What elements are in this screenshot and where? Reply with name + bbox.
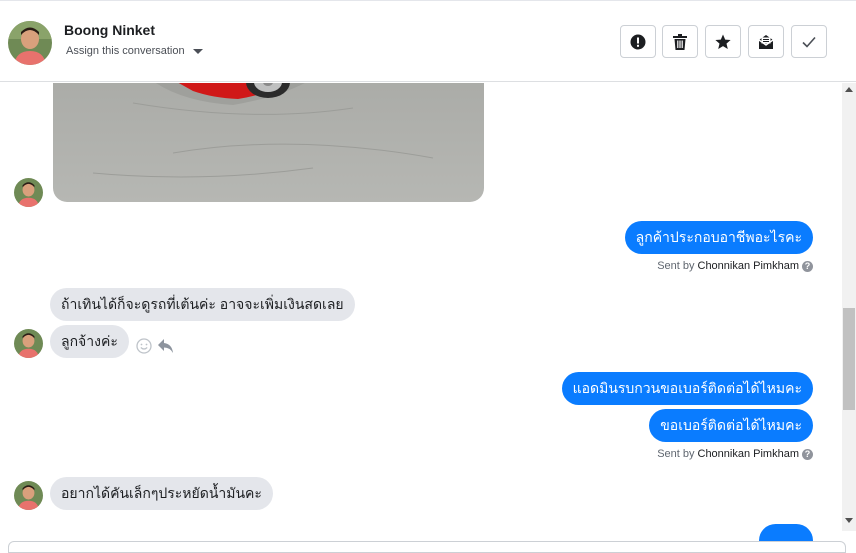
star-icon <box>715 34 731 49</box>
scrollbar[interactable] <box>842 83 856 531</box>
caret-down-icon <box>192 48 203 54</box>
spam-icon <box>630 34 646 49</box>
mark-spam-button[interactable] <box>620 25 656 58</box>
assign-conversation-dropdown[interactable]: Assign this conversation <box>66 45 203 57</box>
mark-done-button[interactable] <box>791 25 827 58</box>
sent-by-label: Sent by Chonnikan Pimkham ? <box>657 448 813 460</box>
mark-unread-icon <box>758 34 774 49</box>
contact-avatar-small[interactable] <box>14 329 43 358</box>
sent-by-agent[interactable]: Chonnikan Pimkham <box>698 448 800 460</box>
incoming-message[interactable]: อยากได้คันเล็กๆประหยัดน้ำมันคะ <box>50 477 273 510</box>
outgoing-message-partial[interactable] <box>759 524 813 541</box>
contact-avatar-small[interactable] <box>14 481 43 510</box>
reply-icon <box>158 339 173 353</box>
sent-by-label: Sent by Chonnikan Pimkham ? <box>657 260 813 272</box>
contact-name[interactable]: Boong Ninket <box>64 22 155 38</box>
scroll-down-icon[interactable] <box>845 518 853 523</box>
scroll-up-icon[interactable] <box>845 87 853 92</box>
check-icon <box>802 36 816 48</box>
smiley-icon <box>136 338 152 354</box>
message-composer[interactable] <box>8 541 846 553</box>
contact-avatar-small[interactable] <box>14 178 43 207</box>
assign-label: Assign this conversation <box>66 45 185 57</box>
delete-button[interactable] <box>662 25 698 58</box>
conversation-header: Boong Ninket Assign this conversation <box>0 0 856 82</box>
help-icon[interactable]: ? <box>802 260 813 272</box>
outgoing-message[interactable]: ขอเบอร์ติดต่อได้ไหมคะ <box>649 409 813 442</box>
star-button[interactable] <box>705 25 741 58</box>
sent-by-agent[interactable]: Chonnikan Pimkham <box>698 260 800 272</box>
help-icon[interactable]: ? <box>802 448 813 460</box>
incoming-message[interactable]: ถ้าเทินได้ก็จะดูรถที่เต้นค่ะ อาจจะเพิ่มเ… <box>50 288 355 321</box>
incoming-message[interactable]: ลูกจ้างค่ะ <box>50 325 129 358</box>
scroll-thumb[interactable] <box>843 308 855 410</box>
sent-by-prefix: Sent by <box>657 260 695 272</box>
outgoing-message[interactable]: ลูกค้าประกอบอาชีพอะไรคะ <box>624 221 813 254</box>
image-attachment[interactable] <box>53 83 484 202</box>
message-thread[interactable]: ลูกค้าประกอบอาชีพอะไรคะ Sent by Chonnika… <box>0 83 842 541</box>
reply-button[interactable] <box>158 339 174 358</box>
contact-avatar[interactable] <box>8 21 52 65</box>
trash-icon <box>673 33 687 50</box>
mark-unread-button[interactable] <box>748 25 784 58</box>
sent-by-prefix: Sent by <box>657 448 695 460</box>
outgoing-message[interactable]: แอดมินรบกวนขอเบอร์ติดต่อได้ไหมคะ <box>561 372 813 405</box>
react-button[interactable] <box>136 338 152 359</box>
